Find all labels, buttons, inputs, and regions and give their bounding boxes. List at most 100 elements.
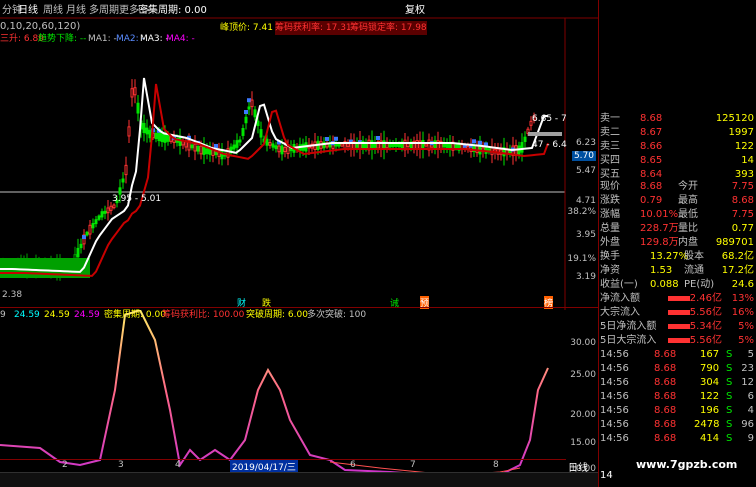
stat-label-2: 最高 <box>678 195 698 206</box>
candle-body <box>148 129 152 139</box>
lower-y-axis: 30.00 25.00 20.00 15.00 10.00 <box>566 310 598 480</box>
stat-label: 换手 <box>600 251 620 262</box>
candle-body <box>238 139 242 143</box>
stat-label-2: 量比 <box>678 223 698 234</box>
stat-row: 涨幅 10.01% 最低 7.75 <box>598 208 756 222</box>
book-level-volume: 125120 <box>715 113 754 124</box>
stat-label-2: 股本 <box>684 251 704 262</box>
candle-body <box>76 247 80 258</box>
candle-body <box>265 138 269 146</box>
candle-body <box>205 148 209 155</box>
candle-body <box>133 87 137 96</box>
candle-body <box>145 127 149 135</box>
signal-marker <box>214 143 218 148</box>
x-tick: 4 <box>175 460 181 470</box>
signal-marker <box>325 137 329 142</box>
base-band <box>26 258 28 278</box>
flow-value: 5.34亿 <box>689 321 722 332</box>
candle-body <box>244 116 248 124</box>
candle-body <box>157 132 161 142</box>
trade-side: S <box>726 363 733 374</box>
signal-marker <box>334 136 338 141</box>
base-band <box>18 258 20 278</box>
x-tick: 3 <box>118 460 124 470</box>
base-band <box>34 258 36 278</box>
book-level-price: 8.66 <box>640 141 663 152</box>
price-tick: 4.71 <box>575 196 596 206</box>
base-band <box>36 258 38 278</box>
candle-body <box>109 205 113 211</box>
book-level-name: 卖三 <box>600 141 620 152</box>
candle-body <box>202 146 206 155</box>
candle-body <box>160 132 164 143</box>
candle-body <box>103 210 107 214</box>
candle-body <box>277 145 281 153</box>
candle-body <box>484 146 488 154</box>
candle-body <box>127 126 131 137</box>
candle-body <box>130 88 134 98</box>
signal-marker <box>247 98 251 103</box>
trade-row: 14:56 8.68 414 S 9 <box>598 432 756 446</box>
trade-time: 14:56 <box>600 419 629 430</box>
stat-value: 10.01% <box>640 209 679 220</box>
candle-body <box>124 164 128 176</box>
stat-value-2: 24.6 <box>731 279 754 290</box>
price-tick: 19.1% <box>567 254 596 264</box>
candlestick-chart[interactable] <box>0 0 598 310</box>
candle-body <box>100 211 104 218</box>
trade-volume: 790 <box>700 363 720 374</box>
base-band <box>24 258 26 278</box>
book-level-price: 8.68 <box>640 113 663 124</box>
base-band <box>16 258 18 278</box>
candle-body <box>259 129 263 138</box>
flow-bar <box>668 310 690 315</box>
stat-value-2: 0.77 <box>731 223 754 234</box>
stat-label: 净资 <box>600 265 620 276</box>
low-annotation: 3.95 - 5.01 <box>112 194 162 204</box>
stat-row: 外盘 129.8万 内盘 989701 <box>598 236 756 250</box>
price-tick: 5.70 <box>571 151 596 161</box>
candle-body <box>334 143 338 147</box>
candle-body <box>94 219 98 225</box>
trade-row: 14:56 8.68 304 S 12 <box>598 376 756 390</box>
candle-body <box>193 143 197 152</box>
candle-body <box>280 145 284 155</box>
book-level-name: 卖二 <box>600 127 620 138</box>
flow-percent: 13% <box>731 293 754 304</box>
stat-label: 总量 <box>600 223 620 234</box>
lower-indicator-chart[interactable] <box>0 310 566 480</box>
base-band <box>14 258 16 278</box>
stat-label: 收益(一) <box>600 279 638 290</box>
price-tick: 5.47 <box>575 166 596 176</box>
stat-label-2: PE(动) <box>684 279 715 290</box>
stat-row: 总量 228.7万 量比 0.77 <box>598 222 756 236</box>
flow-value: 5.56亿 <box>689 307 722 318</box>
stat-label: 现价 <box>600 181 620 192</box>
stat-value: 0.088 <box>650 279 679 290</box>
book-level: 卖二 8.67 1997 <box>598 126 756 140</box>
trade-side: S <box>726 405 733 416</box>
trade-volume: 196 <box>700 405 720 416</box>
base-band <box>30 258 32 278</box>
candle-body <box>154 132 158 140</box>
stat-row: 收益(一) 0.088 PE(动) 24.6 <box>598 278 756 292</box>
trade-count: 9 <box>747 433 754 444</box>
flow-percent: 5% <box>738 335 754 346</box>
trade-price: 8.68 <box>654 363 677 374</box>
quote-bottom-label: 14 <box>600 470 613 481</box>
book-level-price: 8.65 <box>640 155 663 166</box>
candle-body <box>340 143 344 147</box>
stat-label-2: 内盘 <box>678 237 698 248</box>
candle-body <box>232 144 236 150</box>
trade-price: 8.68 <box>654 377 677 388</box>
candle-body <box>454 144 458 149</box>
trade-row: 14:56 8.68 167 S 5 <box>598 348 756 362</box>
candle-body <box>250 99 254 108</box>
book-level: 买四 8.65 14 <box>598 154 756 168</box>
signal-marker <box>376 135 380 140</box>
base-band <box>44 258 46 278</box>
stat-label: 外盘 <box>600 237 620 248</box>
book-level: 卖一 8.68 125120 <box>598 112 756 126</box>
base-band <box>28 258 30 278</box>
trade-time: 14:56 <box>600 405 629 416</box>
